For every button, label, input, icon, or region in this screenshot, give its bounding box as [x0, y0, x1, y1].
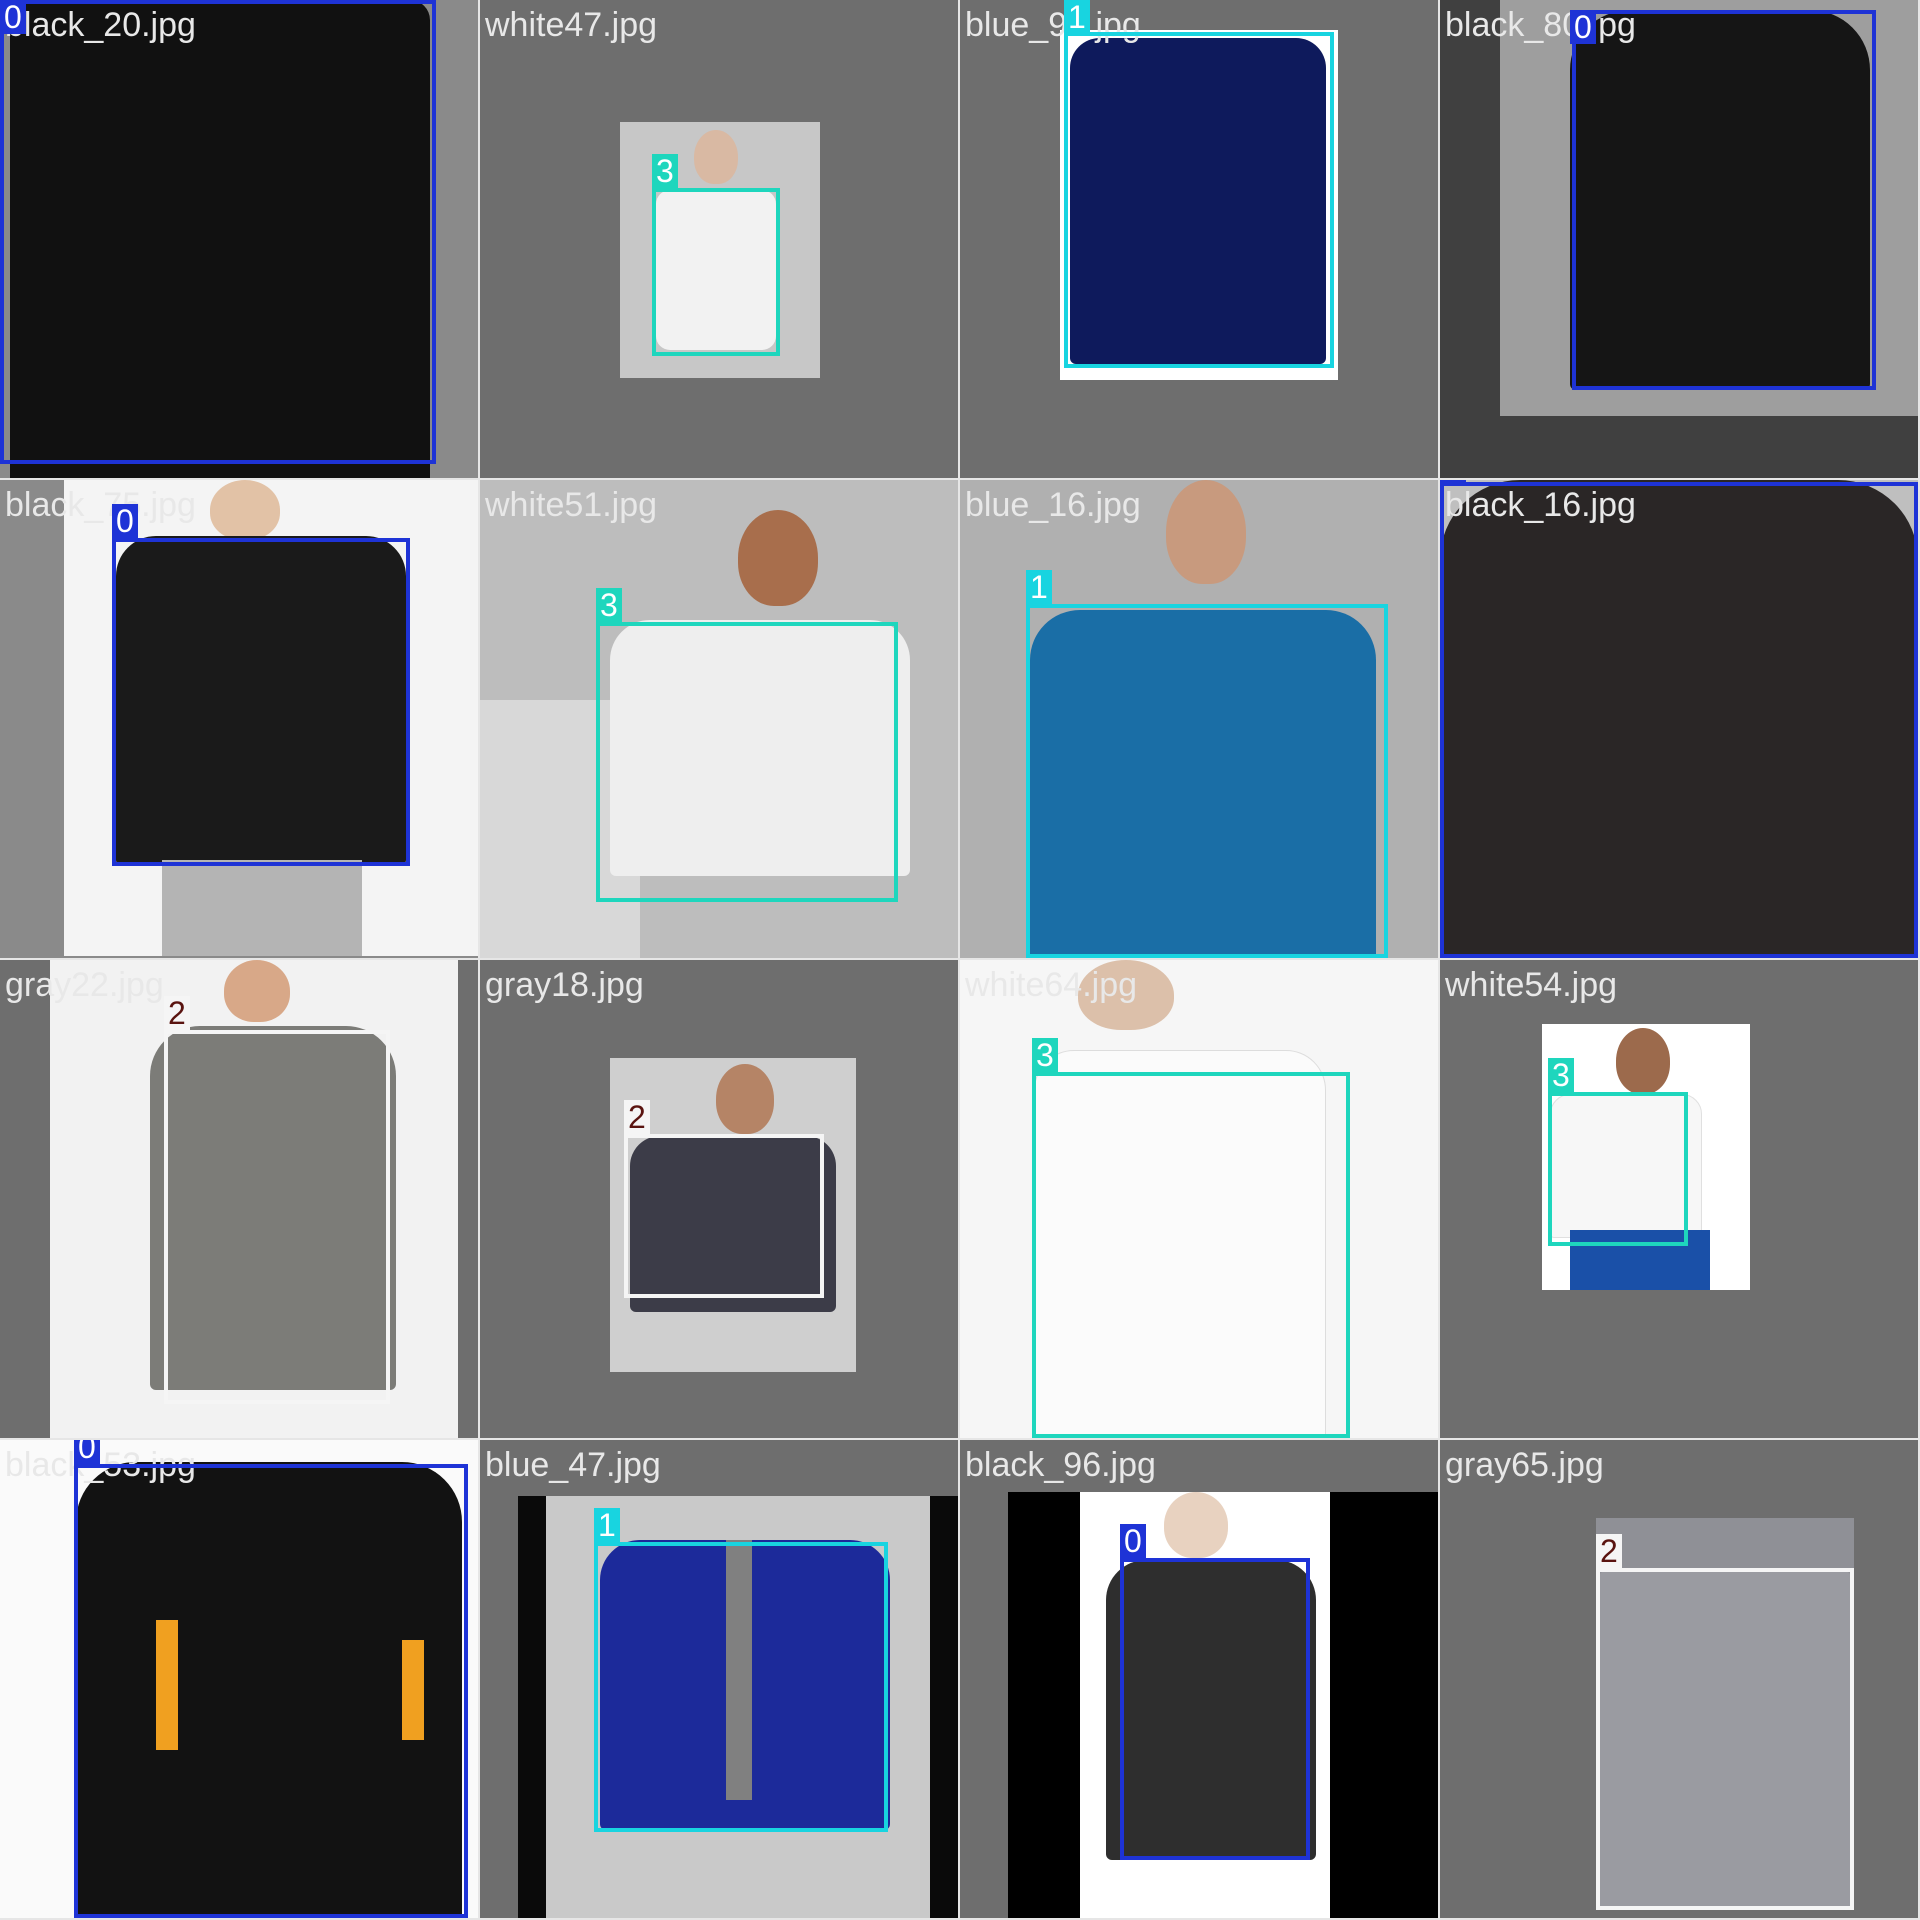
box-class-label: 0	[0, 0, 26, 34]
bounding-box[interactable]	[594, 1542, 888, 1832]
bounding-box[interactable]	[74, 1464, 468, 1918]
box-class-label: 1	[1064, 0, 1090, 34]
model-head	[224, 960, 290, 1022]
bounding-box[interactable]	[164, 1030, 390, 1404]
model-head	[738, 510, 818, 606]
tile-filename: white47.jpg	[485, 6, 658, 44]
tile-filename: gray22.jpg	[5, 966, 164, 1004]
box-class-label: 0	[74, 1440, 100, 1464]
box-class-label: 3	[1032, 1038, 1058, 1072]
box-class-label: 3	[652, 154, 678, 188]
trousers	[162, 860, 362, 956]
bounding-box[interactable]	[652, 188, 780, 356]
mosaic-tile[interactable]: white64.jpg 3	[960, 960, 1438, 1438]
bounding-box[interactable]	[1596, 1568, 1854, 1910]
model-head	[1166, 480, 1246, 584]
mosaic-tile[interactable]: white54.jpg 3	[1440, 960, 1918, 1438]
bounding-box[interactable]	[1572, 10, 1876, 390]
tile-filename: black_75.jpg	[5, 486, 196, 524]
tile-filename: white54.jpg	[1445, 966, 1618, 1004]
mosaic-tile[interactable]: white47.jpg 3	[480, 0, 958, 478]
tile-filename: white64.jpg	[965, 966, 1138, 1004]
tile-filename: gray18.jpg	[485, 966, 644, 1004]
tile-filename: gray65.jpg	[1445, 1446, 1604, 1484]
mosaic-tile[interactable]: black_20.jpg 0	[0, 0, 478, 478]
bounding-box[interactable]	[624, 1134, 824, 1298]
bounding-box[interactable]	[1440, 482, 1918, 958]
bounding-box[interactable]	[1120, 1558, 1310, 1860]
bounding-box[interactable]	[1548, 1092, 1688, 1246]
model-head	[716, 1064, 774, 1134]
box-class-label: 1	[1026, 570, 1052, 604]
mosaic-tile[interactable]: gray18.jpg 2	[480, 960, 958, 1438]
model-head	[1616, 1028, 1670, 1094]
mosaic-tile[interactable]: white51.jpg 3	[480, 480, 958, 958]
model-head	[694, 130, 738, 184]
bounding-box[interactable]	[596, 622, 898, 902]
mosaic-tile[interactable]: black_16.jpg 0	[1440, 480, 1918, 958]
bounding-box[interactable]	[1026, 604, 1388, 958]
mosaic-tile[interactable]: gray22.jpg 2	[0, 960, 478, 1438]
box-class-label: 0	[1440, 480, 1466, 482]
mosaic-tile[interactable]: black_75.jpg 0	[0, 480, 478, 958]
box-class-label: 3	[596, 588, 622, 622]
mosaic-tile[interactable]: blue_91.jpg 1	[960, 0, 1438, 478]
tile-filename: blue_16.jpg	[965, 486, 1141, 524]
mosaic-tile[interactable]: gray65.jpg 2	[1440, 1440, 1918, 1918]
box-class-label: 2	[1596, 1534, 1622, 1568]
bounding-box[interactable]	[112, 538, 410, 866]
box-class-label: 0	[1120, 1524, 1146, 1558]
tile-filename: black_96.jpg	[965, 1446, 1156, 1484]
box-class-label: 3	[1548, 1058, 1574, 1092]
mosaic-tile[interactable]: blue_16.jpg 1	[960, 480, 1438, 958]
mosaic-tile[interactable]: black_53.jpg 0	[0, 1440, 478, 1918]
box-class-label: 0	[1570, 10, 1596, 44]
tile-filename: white51.jpg	[485, 486, 658, 524]
tile-filename: blue_47.jpg	[485, 1446, 661, 1484]
bounding-box[interactable]	[1064, 32, 1334, 368]
mosaic-tile[interactable]: black_96.jpg 0	[960, 1440, 1438, 1918]
mosaic-tile[interactable]: blue_47.jpg 1	[480, 1440, 958, 1918]
bounding-box[interactable]	[1032, 1072, 1350, 1438]
model-head	[1164, 1492, 1228, 1558]
box-class-label: 2	[624, 1100, 650, 1134]
box-class-label: 2	[164, 996, 190, 1030]
box-class-label: 0	[112, 504, 138, 538]
bounding-box[interactable]	[0, 0, 436, 464]
box-class-label: 1	[594, 1508, 620, 1542]
model-head	[210, 480, 280, 540]
mosaic-tile[interactable]: black_80.jpg 0	[1440, 0, 1918, 478]
